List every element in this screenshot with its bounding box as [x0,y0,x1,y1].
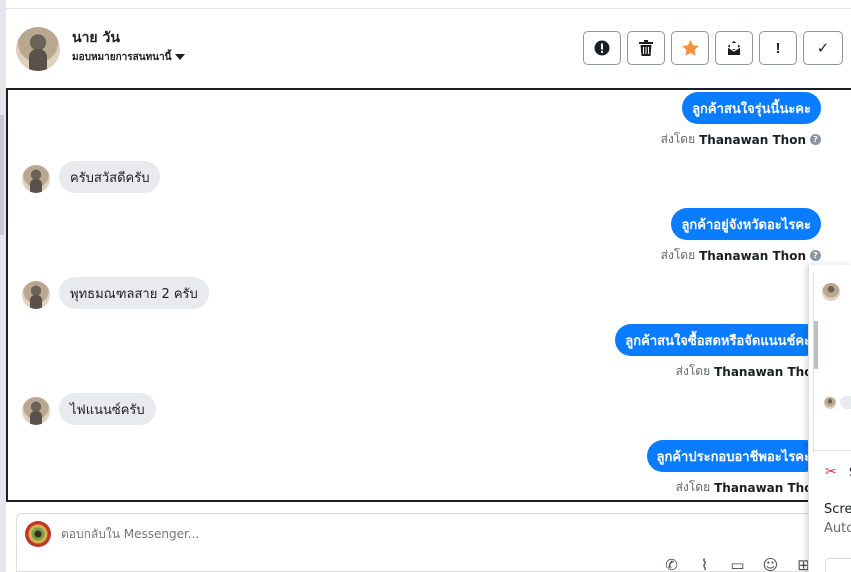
contact-avatar-small [22,165,50,193]
sent-by-label: ส่งโดย Thanawan Thon [676,362,821,381]
done-button[interactable]: ✓ [803,31,843,65]
exclamation-circle-icon [594,40,610,56]
contact-name[interactable]: นาย วัน [72,27,120,49]
reply-input[interactable] [61,527,561,541]
sent-by-prefix: ส่งโดย [675,480,711,494]
incoming-message[interactable]: ครับสวัสดีครับ [59,161,161,193]
popup-divider [813,450,851,451]
assign-label: มอบหมายการสนทนานี้ [72,52,172,63]
envelope-icon [727,41,741,55]
star-button[interactable] [671,31,709,65]
help-icon[interactable]: ? [810,250,821,261]
mark-unread-button[interactable] [715,31,753,65]
contact-avatar[interactable] [16,27,60,71]
composer-tools: ✆ ⌇ ▭ ☺ ⊞ [662,556,813,572]
sent-by-agent: Thanawan Thon [714,480,821,495]
action-toolbar: ! ✓ [583,31,843,65]
page-avatar [25,521,51,547]
sent-by-prefix: ส่งโดย [660,132,696,146]
sent-by-label: ส่งโดย Thanawan Thon [676,478,821,497]
outgoing-message[interactable]: ลูกค้าประกอบอาชีพอะไรคะ [646,440,821,472]
incoming-message[interactable]: พุทธมณฑลสาย 2 ครับ [59,277,209,309]
reply-composer: ✆ ⌇ ▭ ☺ ⊞ [16,513,851,572]
incoming-message[interactable]: ไฟแนนซ์ครับ [59,393,156,425]
message-thread[interactable]: ลูกค้าสนใจรุ่นนี้นะคะ ส่งโดย Thanawan Tho… [6,88,851,502]
sent-by-agent: Thanawan Thon [699,248,806,263]
assign-conversation-dropdown[interactable]: มอบหมายการสนทนานี้ [72,50,186,65]
spam-button[interactable] [583,31,621,65]
attach-icon[interactable]: ⌇ [695,556,714,572]
emoji-icon[interactable]: ☺ [761,556,780,572]
sent-by-agent: Thanawan Thon [699,132,806,147]
preview-avatar-small [824,397,836,409]
popup-button[interactable] [825,558,851,572]
delete-button[interactable] [627,31,665,65]
preview-bubble [840,396,851,409]
exclamation-icon: ! [775,39,781,57]
outgoing-message[interactable]: ลูกค้าสนใจซื้อสดหรือจัดแนนช์คะ [615,324,821,356]
add-call-icon[interactable]: ✆ [662,556,681,572]
sent-by-agent: Thanawan Thon [714,364,821,379]
check-icon: ✓ [816,40,830,57]
preview-thumbnail [813,273,851,453]
popup-subtitle: Auto [824,521,851,536]
preview-scrollbar [814,321,818,369]
snipping-tool-popup[interactable]: ✂ S Scre Auto [808,265,851,572]
sent-by-label: ส่งโดย Thanawan Thon? [661,130,821,149]
trash-icon [639,40,653,56]
sent-by-label: ส่งโดย Thanawan Thon? [661,246,821,265]
saved-reply-icon[interactable]: ▭ [728,556,747,572]
follow-up-button[interactable]: ! [759,31,797,65]
sent-by-prefix: ส่งโดย [660,248,696,262]
left-scrollbar-thumb[interactable] [0,115,4,235]
conversation-header: นาย วัน มอบหมายการสนทนานี้ ! ✓ [6,9,851,89]
star-icon [681,40,699,56]
help-icon[interactable]: ? [810,134,821,145]
popup-title: Scre [824,502,851,517]
caret-down-icon [175,54,186,60]
contact-avatar-small [22,397,50,425]
outgoing-message[interactable]: ลูกค้าอยู่จังหวัดอะไรคะ [671,208,821,240]
preview-avatar [822,283,840,301]
contact-avatar-small [22,281,50,309]
inbox-page: นาย วัน มอบหมายการสนทนานี้ ! ✓ ลูกค้าสนใ… [0,0,851,572]
snipping-tool-icon: ✂ [825,464,837,480]
sent-by-prefix: ส่งโดย [675,364,711,378]
outgoing-message[interactable]: ลูกค้าสนใจรุ่นนี้นะคะ [682,92,821,124]
